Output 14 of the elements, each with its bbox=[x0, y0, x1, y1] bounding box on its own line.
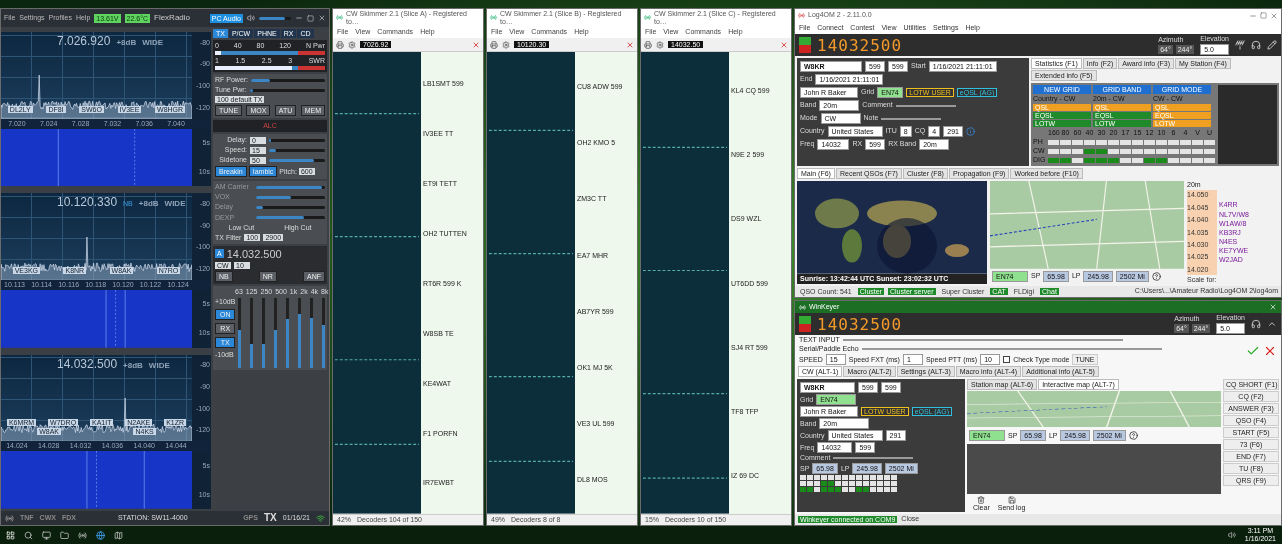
brand-label: FlexRadio bbox=[154, 13, 190, 23]
bandwidth-label: WIDE bbox=[142, 38, 164, 48]
gain-label: +8dB bbox=[116, 38, 137, 48]
frequency-display: 14032500 bbox=[817, 314, 904, 334]
slice-frequency: 14.032.500 bbox=[226, 247, 282, 261]
gain-label: +8dB bbox=[138, 199, 159, 209]
tx-label: TX bbox=[263, 512, 277, 524]
frequency-readout: 7.026.920 bbox=[57, 35, 111, 49]
frequency-readout: 14.032.500 bbox=[57, 357, 118, 372]
frequency-display: 14032500 bbox=[817, 35, 904, 55]
bandwidth-label: WIDE bbox=[164, 199, 186, 209]
bandwidth-label: WIDE bbox=[148, 360, 170, 370]
gain-label: +8dB bbox=[123, 360, 143, 370]
frequency-readout: 10.120.330 bbox=[57, 196, 118, 211]
